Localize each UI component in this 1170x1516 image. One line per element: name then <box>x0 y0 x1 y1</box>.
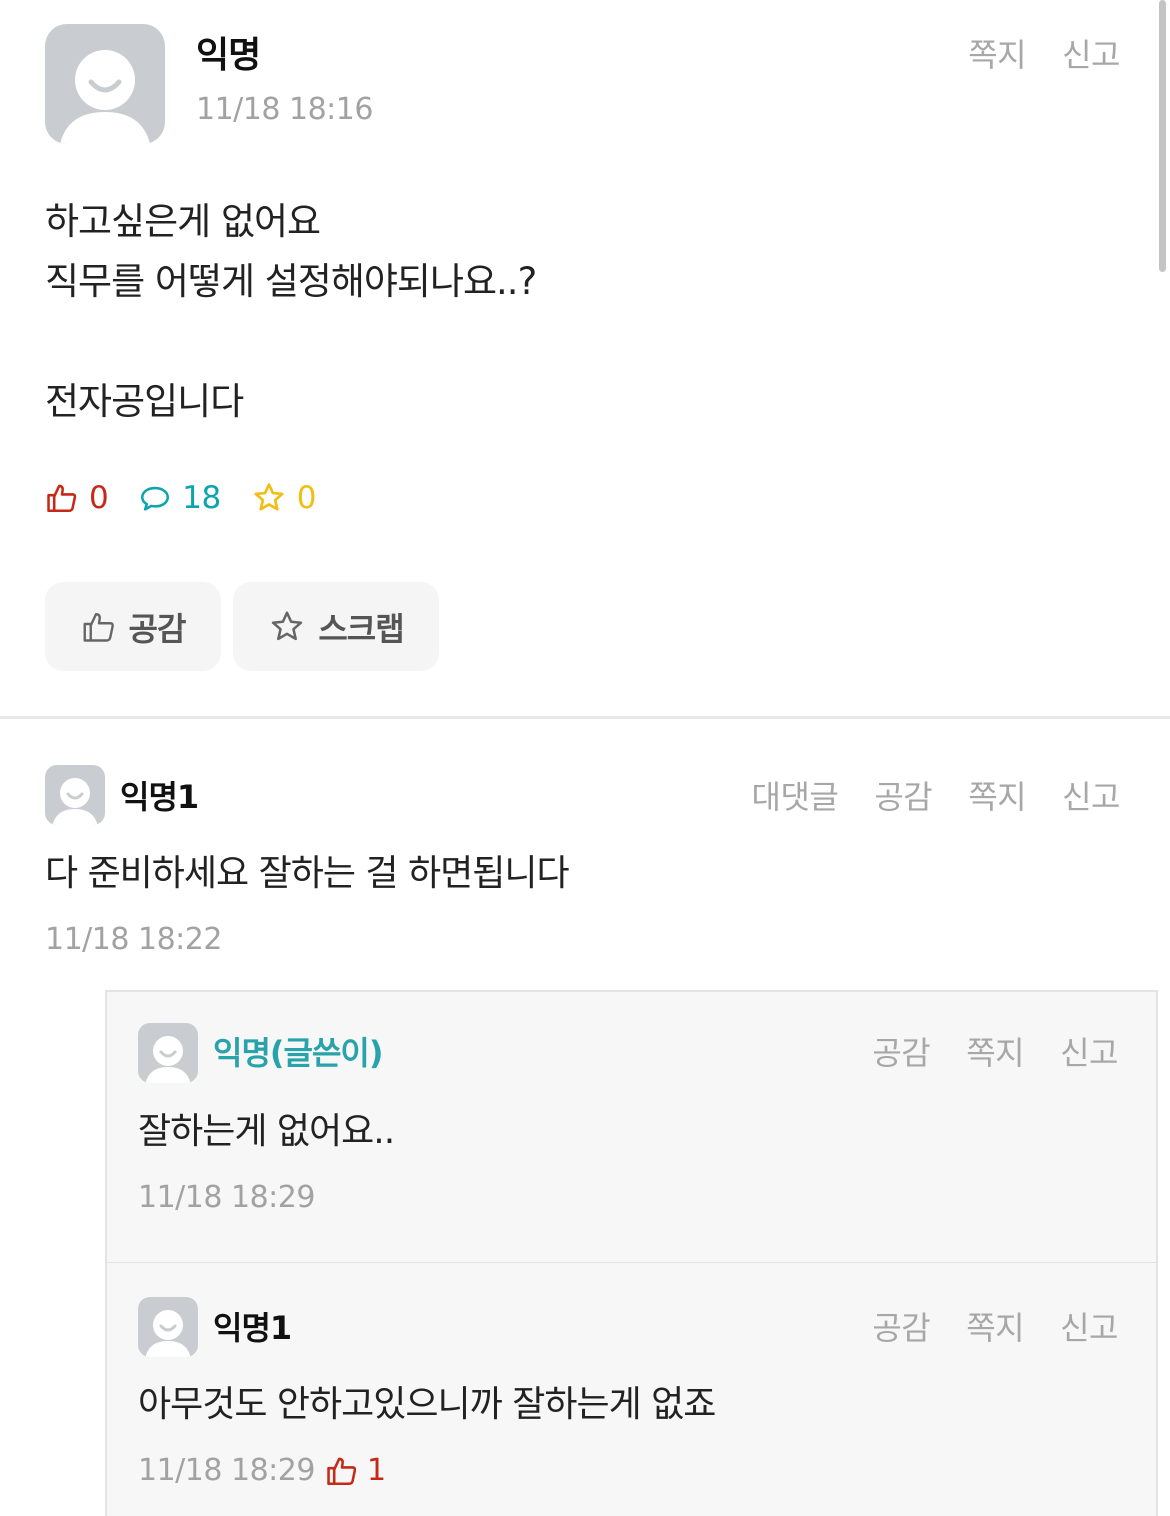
reply-item: 익명(글쓴이) 공감 쪽지 신고 잘하는게 없어요.. 11/18 18:29 <box>105 990 1158 1264</box>
post-timestamp: 11/18 18:16 <box>196 92 373 127</box>
post-detail-page: 익명 11/18 18:16 쪽지 신고 하고싶은게 없어요 직무를 어떻게 설… <box>0 0 1170 1516</box>
scrap-count-value: 0 <box>296 480 317 516</box>
reply-like-count-value: 1 <box>367 1453 387 1488</box>
post-body: 하고싶은게 없어요 직무를 어떻게 설정해야되나요..? 전자공입니다 <box>45 192 537 432</box>
post-body-line: 전자공입니다 <box>45 380 244 423</box>
comment-count: 18 <box>138 480 221 516</box>
post-author: 익명 <box>196 35 261 76</box>
thumbs-up-icon <box>327 1457 357 1485</box>
reply-like-button[interactable]: 공감 <box>872 1303 930 1349</box>
like-button[interactable]: 공감 <box>45 582 221 671</box>
comment-count-value: 18 <box>182 480 221 516</box>
reply-actions: 공감 쪽지 신고 <box>872 1028 1118 1074</box>
post-body-line <box>45 312 536 372</box>
scrap-count: 0 <box>251 480 316 516</box>
reply-timestamp: 11/18 18:29 <box>138 1453 315 1488</box>
reply-actions: 공감 쪽지 신고 <box>872 1303 1118 1349</box>
post-stats: 0 18 0 <box>45 480 346 516</box>
like-button-label: 공감 <box>128 609 187 648</box>
reply-timestamp: 11/18 18:29 <box>138 1180 315 1215</box>
default-avatar-icon <box>145 1310 191 1357</box>
like-count: 0 <box>45 480 109 516</box>
star-icon <box>254 483 284 511</box>
reply-author-op: 익명(글쓴이) <box>213 1034 383 1072</box>
default-avatar-icon <box>60 50 150 144</box>
reply-text: 잘하는게 없어요.. <box>138 1111 395 1152</box>
like-count-value: 0 <box>89 480 109 516</box>
report-button[interactable]: 신고 <box>1062 30 1120 76</box>
comment-message-button[interactable]: 쪽지 <box>968 772 1026 818</box>
reply-button[interactable]: 대댓글 <box>752 772 839 818</box>
reply-message-button[interactable]: 쪽지 <box>966 1303 1024 1349</box>
message-button[interactable]: 쪽지 <box>968 30 1026 76</box>
speech-bubble-icon <box>141 486 170 511</box>
reply-author: 익명1 <box>213 1309 292 1347</box>
comment-like-button[interactable]: 공감 <box>874 772 932 818</box>
reply-like-button[interactable]: 공감 <box>872 1028 930 1074</box>
comment-report-button[interactable]: 신고 <box>1062 772 1120 818</box>
reply-message-button[interactable]: 쪽지 <box>966 1028 1024 1074</box>
section-divider <box>0 716 1170 719</box>
reply-report-button[interactable]: 신고 <box>1060 1028 1118 1074</box>
post-actions: 쪽지 신고 <box>968 30 1120 76</box>
author-avatar <box>45 24 165 144</box>
reply-report-button[interactable]: 신고 <box>1060 1303 1118 1349</box>
default-avatar-icon <box>52 778 98 825</box>
star-icon <box>272 610 303 640</box>
post-body-line: 직무를 어떻게 설정해야되나요..? <box>45 260 537 303</box>
reply-item: 익명1 공감 쪽지 신고 아무것도 안하고있으니까 잘하는게 없죠 11/18 … <box>105 1262 1158 1516</box>
scrap-button-label: 스크랩 <box>318 609 404 648</box>
scrap-button[interactable]: 스크랩 <box>233 582 439 671</box>
comment-text: 다 준비하세요 잘하는 걸 하면됩니다 <box>45 853 570 894</box>
thumbs-up-icon <box>47 484 77 513</box>
comment-author: 익명1 <box>120 778 199 816</box>
replier-avatar <box>138 1023 198 1083</box>
replier-avatar <box>138 1297 198 1357</box>
scrollbar[interactable] <box>1159 0 1166 272</box>
comment-actions: 대댓글 공감 쪽지 신고 <box>752 772 1121 818</box>
reply-text: 아무것도 안하고있으니까 잘하는게 없죠 <box>138 1384 716 1425</box>
post-body-line: 하고싶은게 없어요 <box>45 200 321 243</box>
reply-like-count: 1 <box>325 1453 386 1488</box>
commenter-avatar <box>45 765 105 825</box>
comment-timestamp: 11/18 18:22 <box>45 922 222 957</box>
thumbs-up-icon <box>83 612 114 642</box>
default-avatar-icon <box>145 1036 191 1083</box>
